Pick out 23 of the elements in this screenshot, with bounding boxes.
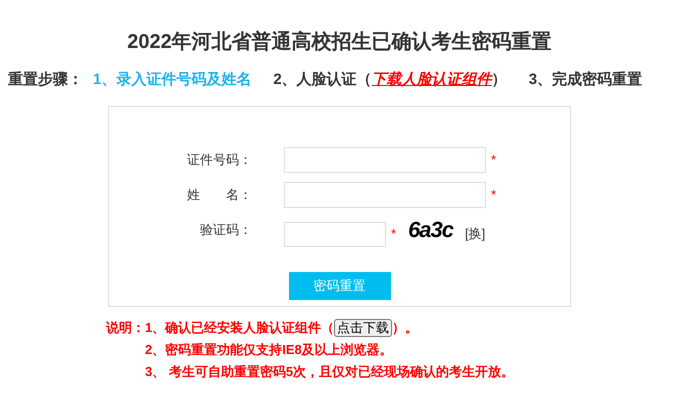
field-label: 验证码： xyxy=(199,221,253,240)
notes-label: 说明： xyxy=(106,319,145,337)
required-mark: * xyxy=(491,186,496,204)
input-field[interactable] xyxy=(284,182,486,208)
note-text: 2、密码重置功能仅支持IE8及以上浏览器。 xyxy=(145,341,393,360)
note-text: ）。 xyxy=(392,319,418,338)
note-text: 1、确认已经安装人脸认证组件（ xyxy=(145,319,334,338)
field-label: 证件号码： xyxy=(186,151,253,170)
note-text: 3、 考生可自助重置密码5次，且仅对已经现场确认的考生开放。 xyxy=(145,363,514,382)
download-link[interactable]: 下载人脸认证组件 xyxy=(372,71,492,88)
download-button[interactable]: 点击下载 xyxy=(334,319,392,337)
step-item: 2、人脸认证（下载人脸认证组件） xyxy=(273,70,507,90)
required-mark: * xyxy=(491,151,496,170)
required-mark: * xyxy=(391,225,396,244)
refresh-link[interactable]: [换] xyxy=(465,224,486,244)
input-field[interactable] xyxy=(284,147,486,173)
field-label: 姓 名： xyxy=(186,186,253,204)
step-item: 1、录入证件号码及姓名 xyxy=(93,70,252,90)
step-item: 3、完成密码重置 xyxy=(528,70,642,90)
captcha-field[interactable] xyxy=(284,222,386,246)
steps-label: 重置步骤： xyxy=(8,70,83,90)
captcha-image: 6a3c xyxy=(408,218,454,242)
page-title: 2022年河北省普通高校招生已确认考生密码重置 xyxy=(127,30,552,54)
